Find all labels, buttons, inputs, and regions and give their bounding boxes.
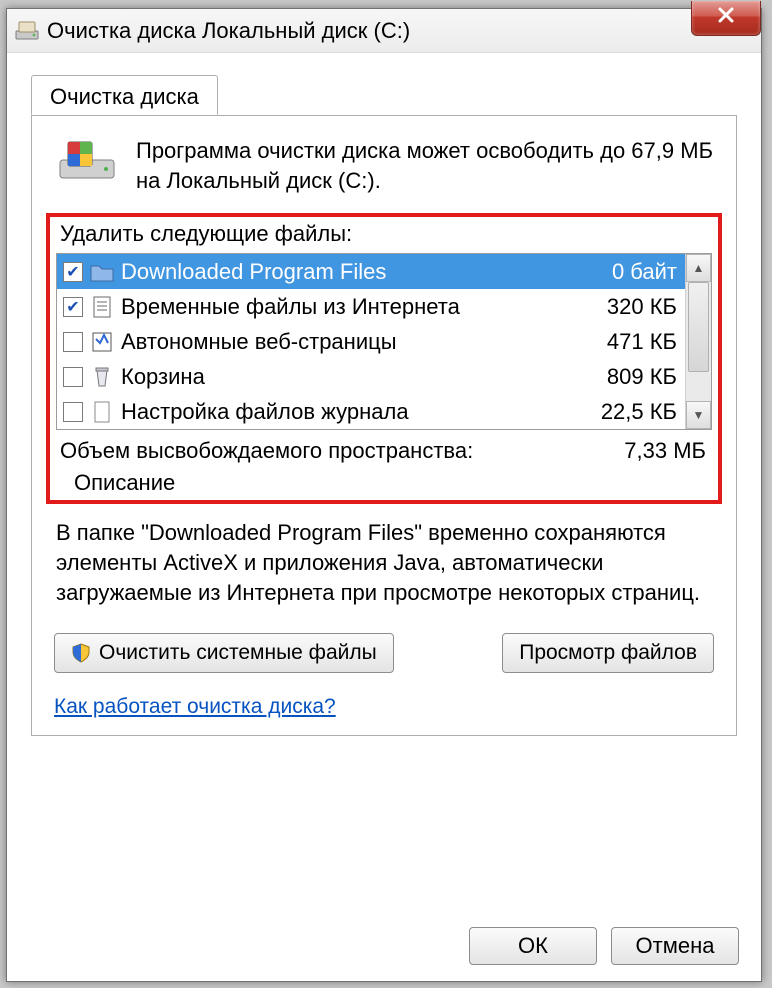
help-link-row: Как работает очистка диска? xyxy=(54,689,714,719)
list-item[interactable]: Автономные веб-страницы 471 КБ xyxy=(57,324,685,359)
file-name: Корзина xyxy=(121,364,595,390)
tab-label: Очистка диска xyxy=(50,84,199,109)
file-size: 0 байт xyxy=(600,259,677,285)
bin-icon xyxy=(89,364,115,390)
file-size: 320 КБ xyxy=(595,294,677,320)
scroll-thumb[interactable] xyxy=(688,282,709,372)
clean-system-label: Очистить системные файлы xyxy=(99,641,377,665)
tab-cleanup[interactable]: Очистка диска xyxy=(31,75,218,115)
checkbox[interactable]: ✔ xyxy=(63,297,83,317)
web-icon xyxy=(89,329,115,355)
highlight-box: Удалить следующие файлы: ✔ Downloaded Pr… xyxy=(46,213,722,504)
checkbox[interactable] xyxy=(63,402,83,422)
cancel-button[interactable]: Отмена xyxy=(611,927,739,965)
checkbox[interactable] xyxy=(63,367,83,387)
view-files-label: Просмотр файлов xyxy=(519,641,697,665)
drive-icon xyxy=(15,21,39,41)
checkbox[interactable] xyxy=(63,332,83,352)
description-heading: Описание xyxy=(74,470,712,496)
file-size: 809 КБ xyxy=(595,364,677,390)
list-item[interactable]: ✔ Временные файлы из Интернета 320 КБ xyxy=(57,289,685,324)
summary-text: Программа очистки диска может освободить… xyxy=(136,136,714,195)
list-item[interactable]: ✔ Downloaded Program Files 0 байт xyxy=(57,254,685,289)
disk-cleanup-window: Очистка диска Локальный диск (C:) Очистк… xyxy=(6,8,762,982)
close-button[interactable] xyxy=(691,1,761,36)
file-name: Downloaded Program Files xyxy=(121,259,600,285)
footer-buttons: ОК Отмена xyxy=(469,927,739,965)
action-row: Очистить системные файлы Просмотр файлов xyxy=(54,627,714,689)
scroll-down-button[interactable]: ▼ xyxy=(686,401,711,429)
window-title: Очистка диска Локальный диск (C:) xyxy=(47,18,410,44)
close-icon xyxy=(717,6,735,30)
file-name: Настройка файлов журнала xyxy=(121,399,589,425)
clean-system-files-button[interactable]: Очистить системные файлы xyxy=(54,633,394,673)
titlebar-left: Очистка диска Локальный диск (C:) xyxy=(7,18,410,44)
file-size: 471 КБ xyxy=(595,329,677,355)
checkbox[interactable]: ✔ xyxy=(63,262,83,282)
help-link[interactable]: Как работает очистка диска? xyxy=(54,695,336,718)
summary-row: Программа очистки диска может освободить… xyxy=(54,136,714,195)
titlebar: Очистка диска Локальный диск (C:) xyxy=(7,9,761,53)
file-list: ✔ Downloaded Program Files 0 байт ✔ xyxy=(56,253,712,430)
drive-cleanup-icon xyxy=(54,136,118,184)
tab-strip: Очистка диска xyxy=(31,75,737,115)
shield-icon xyxy=(71,643,91,663)
file-size: 22,5 КБ xyxy=(589,399,677,425)
files-heading: Удалить следующие файлы: xyxy=(60,221,712,247)
view-files-button[interactable]: Просмотр файлов xyxy=(502,633,714,673)
total-row: Объем высвобождаемого пространства: 7,33… xyxy=(56,430,712,468)
content-area: Очистка диска Программа очистки дис xyxy=(7,53,761,748)
scroll-track[interactable] xyxy=(686,282,711,401)
total-value: 7,33 МБ xyxy=(624,438,706,464)
ok-button[interactable]: ОК xyxy=(469,927,597,965)
folder-icon xyxy=(89,259,115,285)
file-name: Автономные веб-страницы xyxy=(121,329,595,355)
file-icon xyxy=(89,399,115,425)
total-label: Объем высвобождаемого пространства: xyxy=(60,438,473,464)
list-item[interactable]: Настройка файлов журнала 22,5 КБ xyxy=(57,394,685,429)
file-rows: ✔ Downloaded Program Files 0 байт ✔ xyxy=(57,254,685,429)
tab-panel: Программа очистки диска может освободить… xyxy=(31,115,737,736)
scrollbar[interactable]: ▲ ▼ xyxy=(685,254,711,429)
scroll-up-button[interactable]: ▲ xyxy=(686,254,711,282)
page-icon xyxy=(89,294,115,320)
file-name: Временные файлы из Интернета xyxy=(121,294,595,320)
list-item[interactable]: Корзина 809 КБ xyxy=(57,359,685,394)
description-text: В папке "Downloaded Program Files" време… xyxy=(54,514,714,627)
